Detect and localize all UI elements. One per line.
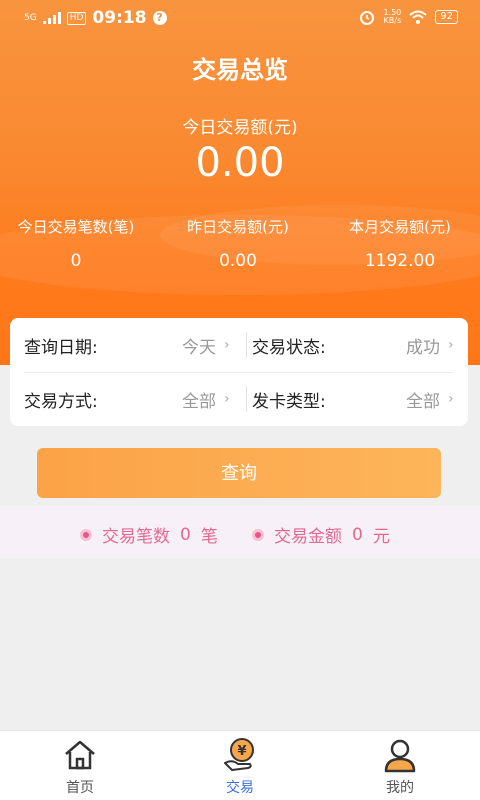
dot-icon <box>252 528 264 541</box>
home-icon <box>65 740 95 770</box>
page-title: 交易总览 <box>192 56 288 84</box>
stat-value: 0 <box>70 251 82 271</box>
user-icon <box>384 739 416 773</box>
query-date-label: 查询日期: <box>24 337 98 358</box>
signal-icon: 5G <box>24 12 37 23</box>
status-bar: 5G HD 09:18 ? 1.50 KB/s 92 <box>0 0 480 36</box>
query-button[interactable]: 查询 <box>37 448 441 498</box>
trade-status-value: 成功 <box>406 337 440 358</box>
signal-bars-icon <box>42 12 61 24</box>
overview-header: 5G HD 09:18 ? 1.50 KB/s 92 交易总览 今日交易额(元)… <box>0 0 480 365</box>
stat-value: 0.00 <box>219 251 257 271</box>
chevron-right-icon: › <box>448 391 454 407</box>
dot-icon <box>80 528 92 541</box>
status-time: 09:18 <box>92 8 147 28</box>
summary-amount: 交易金额 0 元 <box>252 522 390 547</box>
summary-count-label: 交易笔数 <box>102 527 170 547</box>
today-amount-value: 0.00 <box>195 140 285 186</box>
filter-row: 交易方式: 全部 › 发卡类型: 全部 › <box>10 372 468 426</box>
chevron-right-icon: › <box>448 337 454 353</box>
query-date-selector[interactable]: 查询日期: 今天 › <box>24 318 234 372</box>
stat-label: 昨日交易额(元) <box>187 218 289 236</box>
stat-month-amount: 本月交易额(元) 1192.00 <box>330 216 470 271</box>
summary-count: 交易笔数 0 笔 <box>80 522 218 547</box>
tab-trade[interactable]: ¥ 交易 <box>160 731 320 800</box>
trade-status-label: 交易状态: <box>252 337 326 358</box>
summary-amount-value: 0 <box>352 524 363 545</box>
chevron-right-icon: › <box>224 391 230 407</box>
trade-method-selector[interactable]: 交易方式: 全部 › <box>24 372 234 426</box>
tab-label: 交易 <box>226 780 254 796</box>
bottom-tab-bar: 首页 ¥ 交易 我的 <box>0 730 480 800</box>
stat-label: 本月交易额(元) <box>349 218 451 236</box>
summary-amount-unit: 元 <box>372 527 390 547</box>
svg-text:¥: ¥ <box>237 744 246 759</box>
summary-bar: 交易笔数 0 笔 交易金额 0 元 <box>0 506 480 558</box>
tab-mine[interactable]: 我的 <box>320 731 480 800</box>
trade-status-selector[interactable]: 交易状态: 成功 › <box>252 318 458 372</box>
stat-value: 1192.00 <box>364 251 436 271</box>
wifi-icon <box>409 10 427 24</box>
tab-label: 我的 <box>386 780 414 796</box>
hd-badge: HD <box>66 11 87 25</box>
tab-label: 首页 <box>66 780 94 796</box>
alarm-icon <box>360 11 375 25</box>
filter-row: 查询日期: 今天 › 交易状态: 成功 › <box>10 318 468 372</box>
help-icon: ? <box>152 11 167 25</box>
divider <box>246 386 247 412</box>
battery-icon: 92 <box>435 10 458 24</box>
card-type-label: 发卡类型: <box>252 391 326 412</box>
query-date-value: 今天 <box>182 337 216 358</box>
summary-count-value: 0 <box>180 524 191 545</box>
chevron-right-icon: › <box>224 337 230 353</box>
tab-home[interactable]: 首页 <box>0 731 160 800</box>
filter-card: 查询日期: 今天 › 交易状态: 成功 › 交易方式: 全部 › 发卡类型: 全… <box>10 318 468 426</box>
divider <box>246 332 247 358</box>
summary-amount-label: 交易金额 <box>274 527 342 547</box>
stat-label: 今日交易笔数(笔) <box>17 218 135 236</box>
today-amount-label: 今日交易额(元) <box>182 118 298 138</box>
summary-count-unit: 笔 <box>200 527 218 547</box>
coin-hand-icon: ¥ <box>224 738 254 771</box>
card-type-selector[interactable]: 发卡类型: 全部 › <box>252 372 458 426</box>
stat-today-count: 今日交易笔数(笔) 0 <box>6 216 146 271</box>
card-type-value: 全部 <box>406 391 440 412</box>
trade-method-label: 交易方式: <box>24 391 98 412</box>
stat-yesterday-amount: 昨日交易额(元) 0.00 <box>168 216 308 271</box>
trade-method-value: 全部 <box>182 391 216 412</box>
network-speed: 1.50 KB/s <box>383 8 402 25</box>
